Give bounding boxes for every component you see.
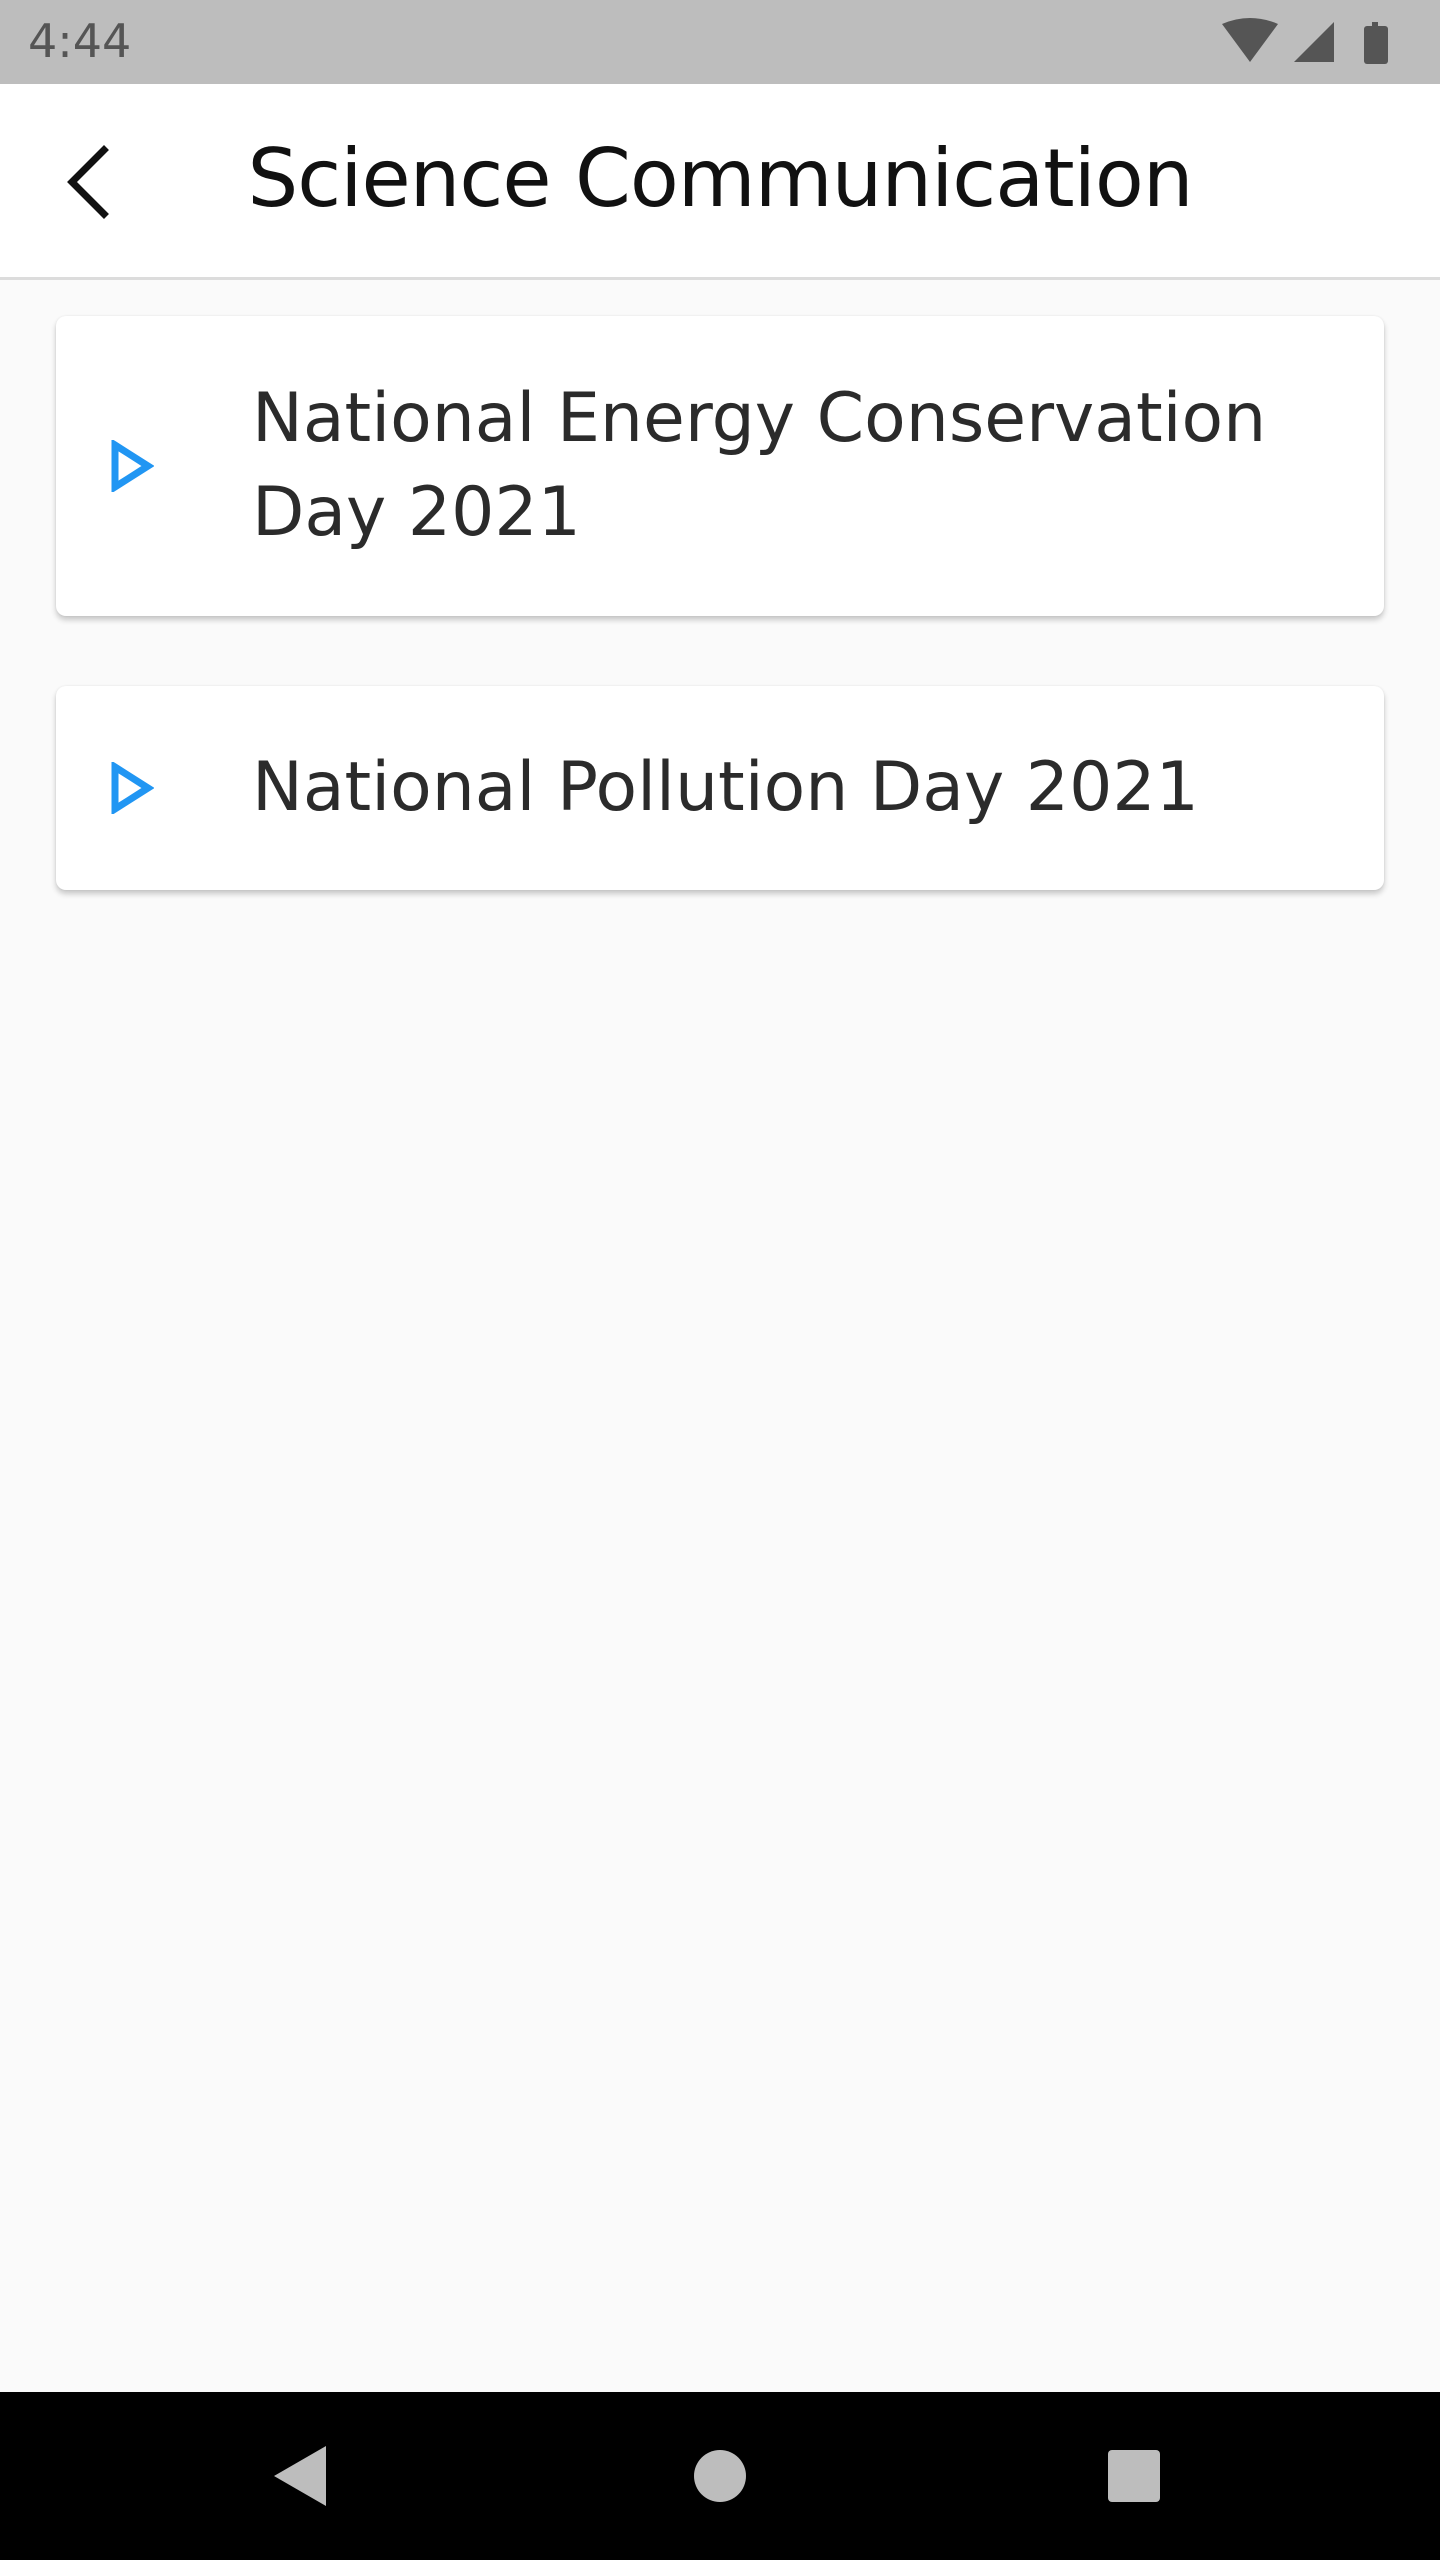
- system-nav-bar: [0, 2392, 1440, 2560]
- content-list: National Energy Conservation Day 2021 Na…: [56, 316, 1384, 960]
- cellular-signal-icon: [1294, 22, 1334, 62]
- status-icons: [1222, 18, 1412, 66]
- nav-back-button[interactable]: [258, 2434, 342, 2518]
- status-bar: 4:44: [0, 0, 1440, 84]
- status-time: 4:44: [28, 14, 132, 68]
- list-item[interactable]: National Energy Conservation Day 2021: [56, 316, 1384, 616]
- wifi-icon: [1222, 18, 1278, 62]
- play-triangle-icon: [111, 762, 154, 814]
- battery-icon: [1364, 22, 1388, 64]
- recents-square-icon: [1108, 2450, 1160, 2502]
- nav-recents-button[interactable]: [1092, 2434, 1176, 2518]
- nav-home-button[interactable]: [678, 2434, 762, 2518]
- play-triangle-icon: [111, 440, 154, 492]
- app-bar: Science Communication: [0, 84, 1440, 280]
- list-item[interactable]: National Pollution Day 2021: [56, 686, 1384, 890]
- list-item-label: National Pollution Day 2021: [252, 748, 1199, 827]
- home-circle-icon: [694, 2450, 746, 2502]
- list-item-label: National Energy Conservation Day 2021: [252, 379, 1267, 552]
- page-title: Science Communication: [247, 132, 1193, 225]
- back-triangle-icon: [274, 2446, 326, 2506]
